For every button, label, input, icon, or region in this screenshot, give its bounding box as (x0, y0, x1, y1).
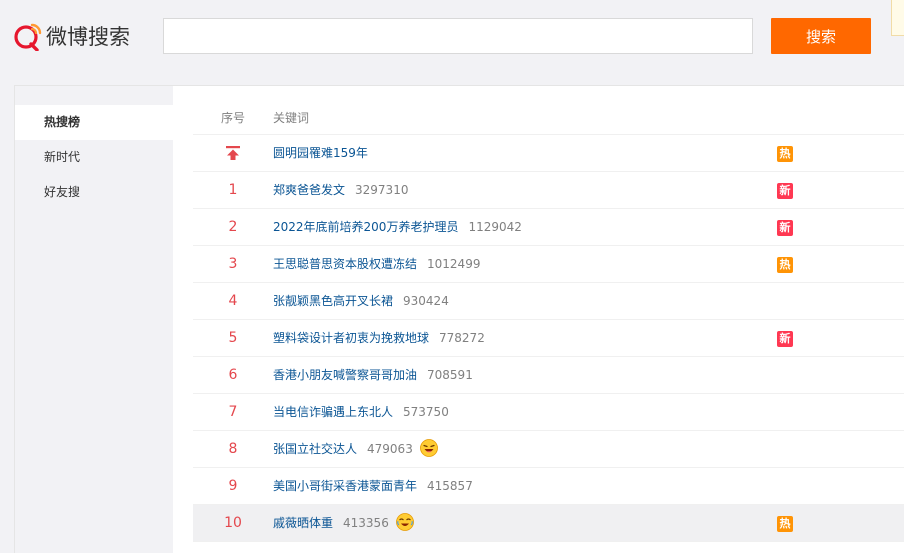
rank-number: 10 (224, 515, 242, 531)
keyword-link[interactable]: 美国小哥街采香港蒙面青年 (273, 479, 417, 493)
list-header: 序号 关键词 (193, 101, 904, 135)
notice-tab[interactable] (891, 0, 904, 36)
table-row[interactable]: 3 王思聪普思资本股权遭冻结 1012499 热 (193, 246, 904, 283)
keyword-link[interactable]: 当电信诈骗遇上东北人 (273, 405, 393, 419)
search-count: 1012499 (427, 257, 481, 271)
tearful-laugh-emoji-icon (395, 512, 414, 531)
hot-badge: 热 (777, 146, 793, 162)
pinned-top-icon (226, 146, 240, 160)
keyword-cell: 当电信诈骗遇上东北人 573750 (273, 394, 449, 431)
search-input[interactable] (163, 18, 753, 54)
sidebar-item-new-era[interactable]: 新时代 (15, 140, 173, 175)
keyword-link[interactable]: 圆明园罹难159年 (273, 146, 368, 160)
search-count: 778272 (439, 331, 485, 345)
search-logo-icon (14, 23, 42, 51)
logo-text: 微博搜索 (46, 25, 130, 49)
table-row[interactable]: 8 张国立社交达人 479063 (193, 431, 904, 468)
search-count: 1129042 (468, 220, 522, 234)
table-row[interactable]: 1 郑爽爸爸发文 3297310 新 (193, 172, 904, 209)
search-button[interactable]: 搜索 (771, 18, 871, 54)
table-row[interactable]: 6 香港小朋友喊警察哥哥加油 708591 (193, 357, 904, 394)
hot-badge: 热 (777, 516, 793, 532)
table-row[interactable]: 10 戚薇晒体重 413356 热 (193, 505, 904, 542)
new-badge: 新 (777, 220, 793, 236)
keyword-link[interactable]: 香港小朋友喊警察哥哥加油 (273, 368, 417, 382)
search-count: 3297310 (355, 183, 409, 197)
table-row[interactable]: 7 当电信诈骗遇上东北人 573750 (193, 394, 904, 431)
keyword-cell: 美国小哥街采香港蒙面青年 415857 (273, 468, 473, 505)
rank-number: 6 (228, 367, 238, 383)
keyword-cell: 张靓颖黑色高开叉长裙 930424 (273, 283, 449, 320)
table-row[interactable]: 4 张靓颖黑色高开叉长裙 930424 (193, 283, 904, 320)
rank-number: 1 (228, 182, 238, 198)
search-count: 573750 (403, 405, 449, 419)
search-count: 930424 (403, 294, 449, 308)
rank-number: 5 (228, 330, 238, 346)
keyword-link[interactable]: 郑爽爸爸发文 (273, 183, 345, 197)
rank-number: 2 (228, 219, 238, 235)
keyword-link[interactable]: 塑料袋设计者初衷为挽救地球 (273, 331, 429, 345)
search-count: 708591 (427, 368, 473, 382)
table-row[interactable]: 2 2022年底前培养200万养老护理员 1129042 新 (193, 209, 904, 246)
table-row[interactable]: 5 塑料袋设计者初衷为挽救地球 778272 新 (193, 320, 904, 357)
keyword-link[interactable]: 张靓颖黑色高开叉长裙 (273, 294, 393, 308)
keyword-cell: 香港小朋友喊警察哥哥加油 708591 (273, 357, 473, 394)
table-row[interactable]: 9 美国小哥街采香港蒙面青年 415857 (193, 468, 904, 505)
sidebar-item-hot-search[interactable]: 热搜榜 (15, 105, 173, 140)
hot-badge: 热 (777, 257, 793, 273)
keyword-cell: 张国立社交达人 479063 (273, 431, 438, 468)
new-badge: 新 (777, 331, 793, 347)
sidebar-item-friend-search[interactable]: 好友搜 (15, 175, 173, 210)
weibo-search-logo[interactable]: 微博搜索 (13, 20, 130, 52)
keyword-link[interactable]: 2022年底前培养200万养老护理员 (273, 220, 458, 234)
keyword-cell: 王思聪普思资本股权遭冻结 1012499 (273, 246, 480, 283)
search-count: 415857 (427, 479, 473, 493)
search-count: 413356 (343, 516, 389, 530)
main-panel: 热搜榜 新时代 好友搜 序号 关键词 圆明园罹难159年 热 1 郑爽爸爸发文 3… (14, 85, 904, 553)
keyword-column-header: 关键词 (273, 111, 310, 125)
rank-number: 7 (228, 404, 238, 420)
keyword-cell: 戚薇晒体重 413356 (273, 505, 414, 542)
search-count: 479063 (367, 442, 413, 456)
rank-number: 3 (228, 256, 238, 272)
rank-number: 8 (228, 441, 238, 457)
table-row[interactable]: 圆明园罹难159年 热 (193, 135, 904, 172)
header-bar: 微博搜索 搜索 (0, 0, 904, 85)
keyword-cell: 郑爽爸爸发文 3297310 (273, 172, 408, 209)
keyword-cell: 2022年底前培养200万养老护理员 1129042 (273, 209, 522, 246)
keyword-link[interactable]: 戚薇晒体重 (273, 516, 333, 530)
rank-column-header: 序号 (220, 111, 245, 125)
sidebar: 热搜榜 新时代 好友搜 (15, 86, 173, 553)
laughing-emoji-icon (419, 438, 438, 457)
rank-number: 4 (228, 293, 238, 309)
new-badge: 新 (777, 183, 793, 199)
keyword-cell: 塑料袋设计者初衷为挽救地球 778272 (273, 320, 485, 357)
keyword-cell: 圆明园罹难159年 (273, 135, 368, 172)
rank-number: 9 (228, 478, 238, 494)
keyword-link[interactable]: 张国立社交达人 (273, 442, 357, 456)
keyword-link[interactable]: 王思聪普思资本股权遭冻结 (273, 257, 417, 271)
